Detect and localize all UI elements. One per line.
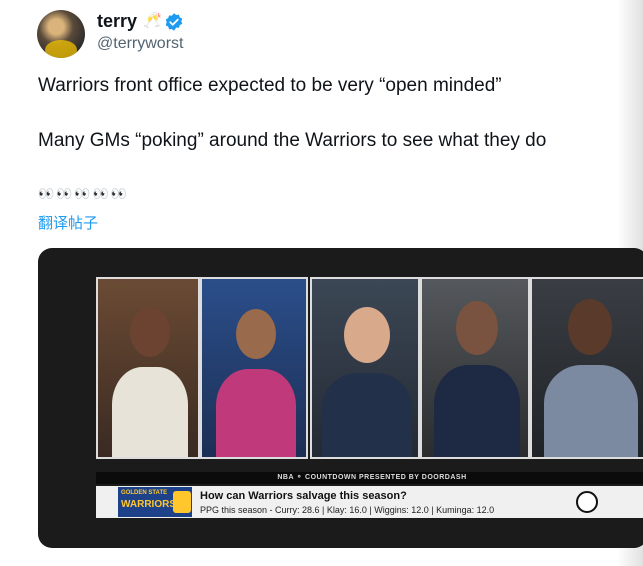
lower-third-stats: PPG this season - Curry: 28.6 | Klay: 16… [200,505,495,515]
panelist-5 [530,277,643,459]
panelist-4 [420,277,530,459]
panelist-2 [200,277,308,459]
name-emoji: 🥂 [143,12,162,29]
author-handle[interactable]: @terryworst [97,35,183,53]
tweet-text-line-2: Many GMs “poking” around the Warriors to… [38,130,547,151]
team-city-label: GOLDEN STATE [121,490,168,496]
eyes-emoji-line: 👀👀👀👀👀 [38,186,129,201]
verified-badge-icon [165,13,183,31]
panelist-3 [310,277,420,459]
author-display-name[interactable]: terry [97,11,137,32]
team-badge: GOLDEN STATE WARRIORS [118,487,192,517]
lower-third-headline: How can Warriors salvage this season? [200,490,407,502]
network-logo-icon [576,491,598,513]
media-video-frame[interactable]: NBA ⚬ COUNTDOWN PRESENTED BY DOORDASH GO… [38,248,643,548]
avatar[interactable] [37,10,85,58]
team-name-label: WARRIORS [121,499,176,510]
translate-post-link[interactable]: 翻译帖子 [38,212,98,233]
tweet-text-line-1: Warriors front office expected to be ver… [38,75,502,96]
broadcast-ticker: NBA ⚬ COUNTDOWN PRESENTED BY DOORDASH [96,472,643,484]
warriors-logo-icon [173,491,191,513]
panelist-1 [96,277,200,459]
